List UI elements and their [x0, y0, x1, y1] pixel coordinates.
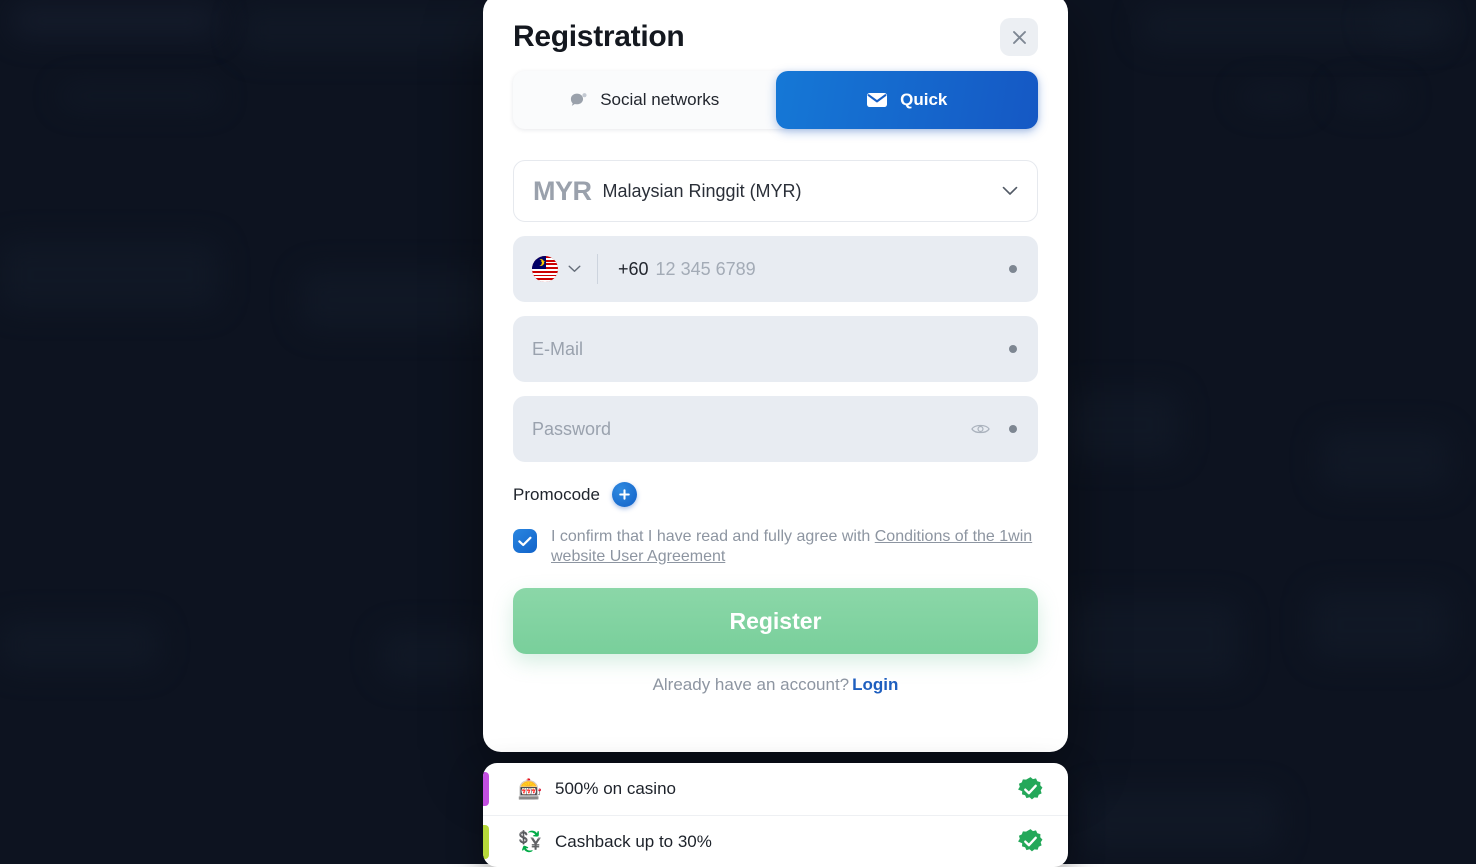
backdrop-shape [1320, 430, 1450, 490]
bonus-accent-bar [483, 772, 489, 806]
backdrop-shape [1080, 790, 1280, 850]
email-input[interactable]: E-Mail [532, 339, 583, 360]
chevron-down-icon [568, 265, 581, 273]
toggle-password-visibility-button[interactable] [971, 423, 990, 436]
tab-quick[interactable]: Quick [776, 71, 1039, 129]
phone-input[interactable]: 12 345 6789 [656, 259, 756, 280]
bonus-accent-bar [483, 825, 489, 859]
agreement-checkbox[interactable] [513, 529, 537, 553]
email-field[interactable]: E-Mail [513, 316, 1038, 382]
close-icon [1011, 29, 1028, 46]
bonus-list: 🎰 500% on casino 💱 Cashback up to 30% [483, 763, 1068, 867]
malaysia-flag-icon: ★ [532, 256, 558, 282]
backdrop-shape [380, 630, 490, 680]
tab-quick-label: Quick [900, 90, 947, 110]
register-button[interactable]: Register [513, 588, 1038, 654]
agreement-text: I confirm that I have read and fully agr… [551, 527, 1038, 566]
tab-social-networks-label: Social networks [600, 90, 719, 110]
currency-code: MYR [533, 176, 592, 207]
login-prompt-text: Already have an account? [653, 675, 850, 694]
backdrop-shape [0, 620, 160, 670]
checkmark-icon [518, 536, 532, 547]
verified-badge-icon [1017, 776, 1044, 803]
list-item[interactable]: 🎰 500% on casino [483, 763, 1068, 815]
required-dot-icon [1009, 345, 1017, 353]
agreement-row: I confirm that I have read and fully agr… [513, 527, 1038, 566]
chevron-down-icon [1002, 186, 1018, 196]
currency-select[interactable]: MYR Malaysian Ringgit (MYR) [513, 160, 1038, 222]
bonus-label: 500% on casino [555, 779, 1017, 799]
modal-header: Registration [513, 0, 1038, 56]
required-dot-icon [1009, 265, 1017, 273]
plus-icon [618, 488, 631, 501]
required-dot-icon [1009, 425, 1017, 433]
password-input[interactable]: Password [532, 419, 611, 440]
envelope-icon [866, 91, 888, 109]
backdrop-shape [300, 270, 500, 330]
login-link[interactable]: Login [852, 675, 898, 694]
eye-icon [971, 423, 990, 436]
phone-dial-code: +60 [618, 259, 649, 280]
backdrop-shape [1370, 4, 1460, 40]
password-field[interactable]: Password [513, 396, 1038, 462]
phone-field[interactable]: ★ +60 12 345 6789 [513, 236, 1038, 302]
login-prompt-row: Already have an account?Login [513, 675, 1038, 695]
page-title: Registration [513, 20, 684, 54]
backdrop-shape [10, 4, 220, 38]
chat-bubble-icon [569, 91, 588, 110]
promocode-row: Promocode [513, 482, 1038, 507]
registration-method-tabs: Social networks Quick [513, 71, 1038, 129]
backdrop-shape [1060, 390, 1180, 460]
currency-name: Malaysian Ringgit (MYR) [603, 181, 1003, 202]
promocode-label: Promocode [513, 485, 600, 505]
country-code-selector[interactable]: ★ [532, 254, 598, 284]
backdrop-shape [1060, 600, 1240, 680]
bonus-label: Cashback up to 30% [555, 832, 1017, 852]
backdrop-shape [1310, 590, 1450, 660]
verified-badge-icon [1017, 828, 1044, 855]
add-promocode-button[interactable] [612, 482, 637, 507]
backdrop-shape [1240, 86, 1310, 108]
backdrop-shape [60, 85, 220, 107]
tab-social-networks[interactable]: Social networks [513, 71, 776, 129]
backdrop-shape [1335, 86, 1405, 108]
backdrop-shape [0, 240, 220, 310]
agreement-prefix: I confirm that I have read and fully agr… [551, 528, 875, 545]
registration-modal: Registration Social networks Quick MYR M… [483, 0, 1068, 752]
currency-exchange-icon: 💱 [517, 829, 543, 854]
list-item[interactable]: 💱 Cashback up to 30% [483, 815, 1068, 867]
close-button[interactable] [1000, 18, 1038, 56]
slot-machine-icon: 🎰 [517, 777, 543, 802]
